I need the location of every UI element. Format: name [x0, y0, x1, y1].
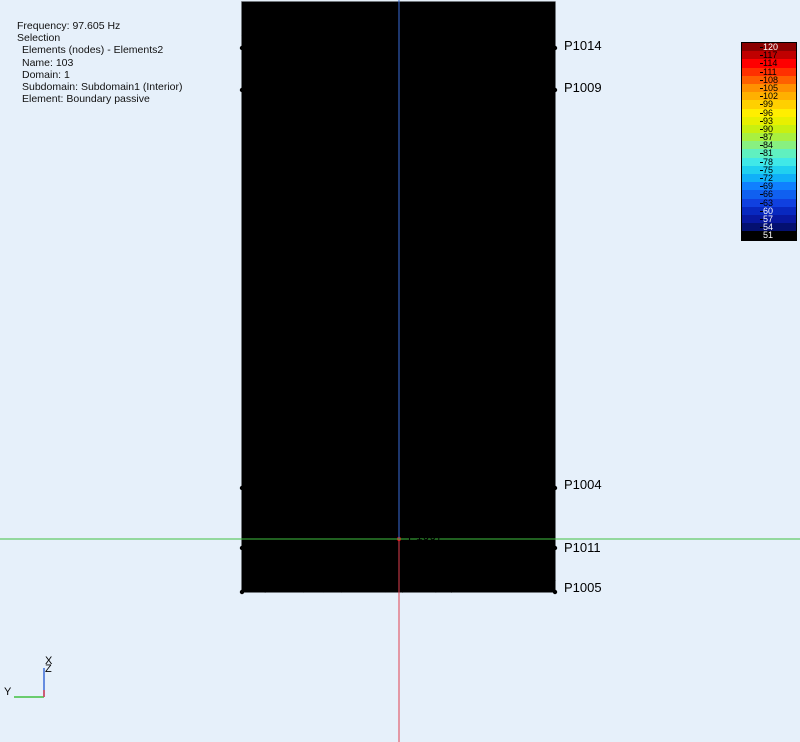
- point-label-p1006[interactable]: P1006: [252, 580, 287, 594]
- point-label-p1014[interactable]: P1014: [564, 38, 602, 53]
- color-legend: 120 117 114 111 108 105 102 99 96 93 90 87 84 81 78 75 7…: [741, 42, 797, 241]
- element-type: Element: Boundary passive: [22, 93, 150, 106]
- legend-entry: 51: [742, 230, 796, 241]
- frequency-label: Frequency: 97.605 Hz: [17, 20, 121, 32]
- model-viewport[interactable]: [0, 0, 800, 742]
- selection-heading: Selection: [17, 32, 61, 45]
- element-name: Name: 103: [22, 56, 74, 69]
- axis-label-z: Z: [45, 663, 52, 675]
- element-domain: Domain: 1: [22, 68, 70, 81]
- point-label-p1005[interactable]: P1005: [564, 580, 602, 595]
- point-label-p1004[interactable]: P1004: [564, 477, 602, 492]
- axis-triad: [14, 668, 45, 698]
- point-label-p1011[interactable]: P1011: [564, 540, 601, 555]
- point-label-p1003[interactable]: P1003: [252, 477, 287, 491]
- axis-label-y: Y: [4, 686, 12, 698]
- point-label-p2001[interactable]: P2001: [408, 372, 443, 386]
- point-label-p1010[interactable]: P1010: [252, 540, 287, 554]
- element-subdomain: Subdomain: Subdomain1 (Interior): [22, 81, 183, 94]
- point-label-p1009[interactable]: P1009: [564, 80, 602, 95]
- element-group: Elements (nodes) - Elements2: [22, 44, 164, 57]
- point-label-p1007[interactable]: P1007: [408, 529, 443, 543]
- legend-value: 51: [763, 230, 774, 241]
- selection-info-panel: Frequency: 97.605 Hz Selection Elements …: [17, 20, 183, 105]
